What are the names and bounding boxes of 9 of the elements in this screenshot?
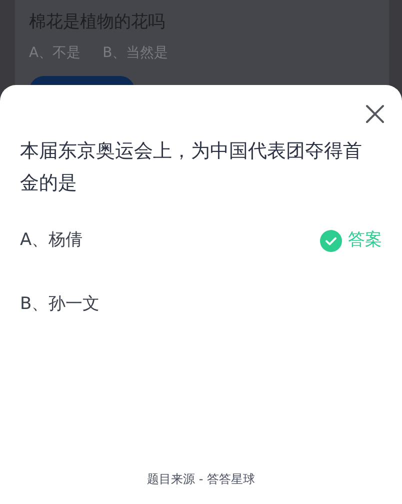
check-icon — [320, 230, 342, 252]
source-label: 题目来源 - 答答星球 — [146, 471, 256, 488]
answer-label: 答案 — [348, 229, 382, 252]
option-text: B、当然是 — [102, 44, 168, 64]
option-label[interactable]: A、杨倩 — [20, 228, 83, 254]
option-text: A、不是 — [29, 44, 81, 64]
question-text: 本届东京奥运会上，为中国代表团夺得首金的是 — [20, 139, 363, 196]
option-label[interactable]: B、孙一文 — [20, 292, 100, 318]
close-icon[interactable] — [365, 104, 385, 124]
